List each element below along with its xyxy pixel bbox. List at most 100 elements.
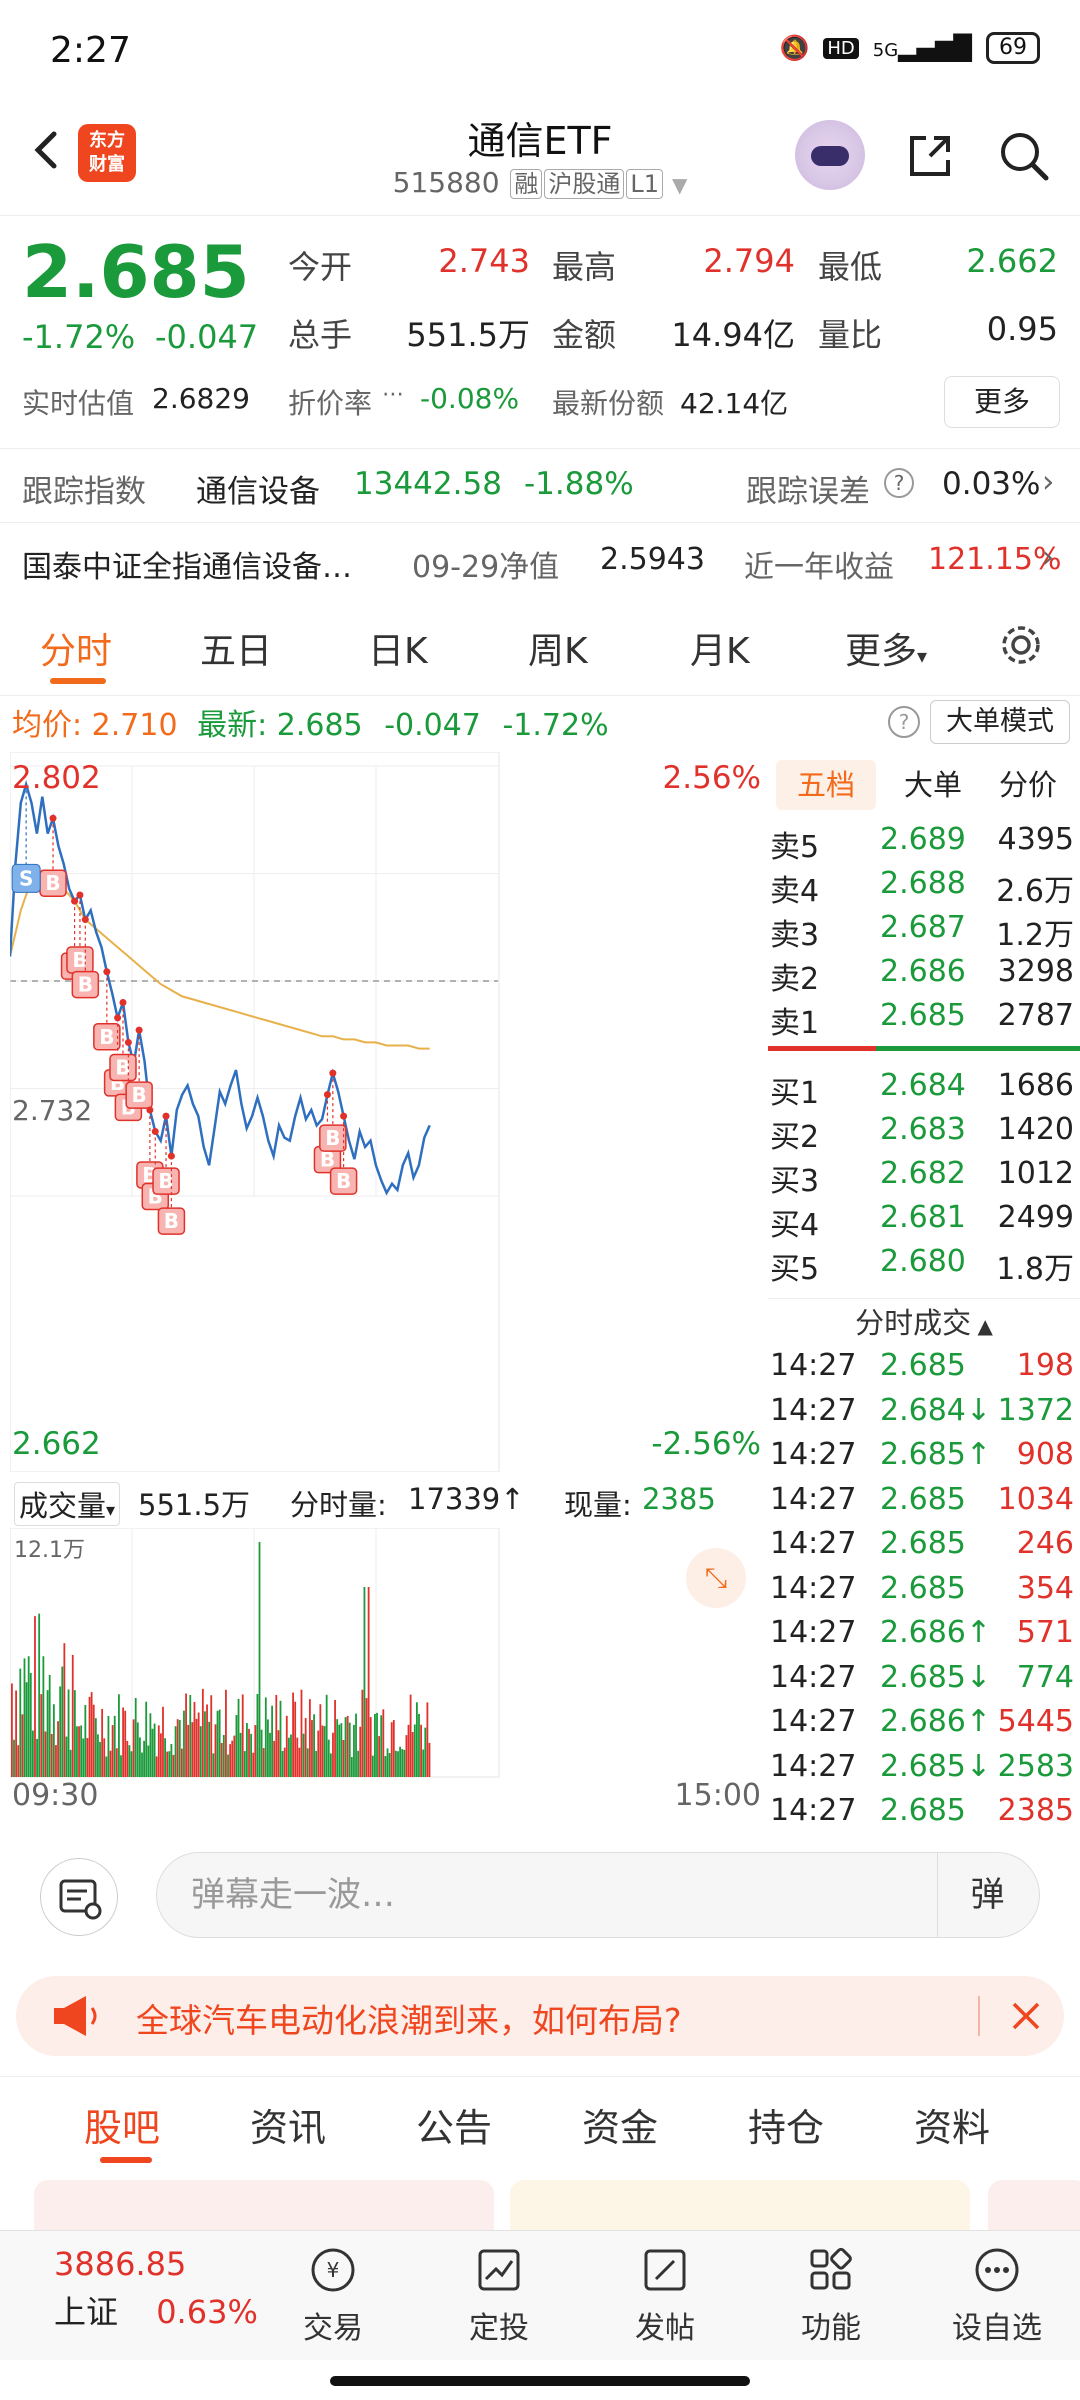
volume-bar: [252, 1752, 255, 1777]
trade-row: 14:27 2.685↓ 774: [768, 1656, 1080, 1700]
volume-bar: [141, 1752, 143, 1777]
tab-weekly-k[interactable]: 周K: [528, 622, 588, 674]
volume-bar: [267, 1719, 269, 1777]
tab-profile[interactable]: 资料: [914, 2097, 990, 2152]
volume-bar: [271, 1705, 274, 1777]
volume-bar: [187, 1724, 190, 1777]
tab-intraday[interactable]: 分时: [40, 622, 112, 674]
card-super-etf[interactable]: [510, 2180, 970, 2230]
last-label: 最新:: [197, 708, 268, 743]
trade-row-price: 2.684↓: [880, 1392, 992, 1428]
nav-add-watchlist[interactable]: 设自选: [942, 2243, 1052, 2347]
nav-post[interactable]: 发帖: [610, 2243, 720, 2347]
card-next[interactable]: [988, 2180, 1080, 2230]
info-icon[interactable]: ⋯: [382, 382, 404, 407]
volume-bar: [111, 1725, 114, 1777]
nav-invest-plan[interactable]: 定投: [444, 2243, 554, 2347]
tracking-pct: -1.88%: [524, 466, 634, 502]
tab-price-dist[interactable]: 分价: [983, 760, 1073, 810]
more-button[interactable]: 更多: [944, 376, 1060, 428]
network-type: 5G: [872, 40, 899, 61]
intraday-chart[interactable]: BBBBBBBBBBBBBBBBS 2.802 2.732 2.662 2.56…: [8, 751, 765, 1473]
dropdown-icon: ▼: [671, 173, 688, 197]
pct-bottom-label: -2.56%: [651, 1426, 761, 1462]
chevron-right-icon: ›: [1042, 540, 1054, 575]
tracking-row[interactable]: 跟踪指数 通信设备 13442.58 -1.88% 跟踪误差 ? 0.03% ›: [0, 460, 1080, 516]
trade-row: 14:27 2.684↓ 1372: [768, 1389, 1080, 1433]
close-icon[interactable]: [1006, 1996, 1046, 2036]
settings-gear-icon[interactable]: [996, 620, 1046, 670]
bid-row: 买3 2.682 1012: [768, 1152, 1080, 1199]
caret-down-icon: ▾: [106, 1500, 116, 1521]
tracking-label: 跟踪指数: [22, 474, 146, 510]
tag-margin: 融: [510, 169, 543, 199]
tab-holdings[interactable]: 持仓: [748, 2097, 824, 2152]
trade-row-volume: 246: [1016, 1526, 1074, 1561]
volume-bar: [409, 1694, 412, 1777]
volume-bar: [136, 1722, 139, 1777]
trade-row-volume: 571: [1016, 1615, 1074, 1650]
volume-bar: [313, 1714, 315, 1777]
divider: [768, 1298, 1080, 1299]
volume-bar: [216, 1710, 219, 1777]
open-value: 2.743: [438, 242, 530, 280]
volume-selector[interactable]: 成交量▾: [14, 1482, 121, 1526]
tab-five-day[interactable]: 五日: [200, 622, 272, 674]
trade-row: 14:27 2.685 1034: [768, 1478, 1080, 1522]
index-ticker[interactable]: 3886.85 上证 0.63%: [54, 2245, 258, 2333]
volume-bar: [241, 1694, 244, 1777]
divider: [978, 1996, 980, 2036]
comment-list-icon[interactable]: [40, 1858, 118, 1936]
volume-bar: [306, 1748, 309, 1777]
volume-bar: [170, 1743, 173, 1777]
volume-bar: [31, 1730, 34, 1777]
volume-bar: [76, 1726, 78, 1777]
trade-row-volume: 2385: [997, 1793, 1074, 1828]
bid-row-label: 买5: [770, 1252, 820, 1287]
help-icon[interactable]: ?: [888, 706, 920, 738]
trades-title[interactable]: 分时成交 ▲: [768, 1300, 1080, 1342]
ratio-value: 0.95: [986, 310, 1058, 348]
share-icon[interactable]: [900, 126, 960, 186]
card-etf-popular[interactable]: [34, 2180, 494, 2230]
danmu-input[interactable]: 弹幕走一波… 弹: [156, 1852, 1040, 1938]
volume-bar: [105, 1756, 108, 1777]
index-name: 上证: [54, 2293, 119, 2331]
volume-bar: [92, 1704, 95, 1777]
volume-bar: [176, 1719, 179, 1777]
tab-announcements[interactable]: 公告: [416, 2097, 492, 2152]
danmu-toggle-button[interactable]: 弹: [937, 1853, 1037, 1937]
discount-label: 折价率: [288, 387, 373, 420]
nav-functions[interactable]: 功能: [776, 2243, 886, 2347]
volume-bar: [287, 1737, 290, 1777]
volume-bar: [201, 1688, 204, 1777]
tab-five-levels[interactable]: 五档: [776, 760, 876, 810]
volume-bar: [329, 1753, 332, 1777]
current-volume: 2385: [642, 1482, 716, 1516]
volume-bar: [350, 1756, 353, 1777]
promo-banner[interactable]: 全球汽车电动化浪潮到来，如何布局?: [16, 1976, 1064, 2056]
search-icon[interactable]: [994, 126, 1054, 186]
volume-bar: [325, 1694, 328, 1777]
fund-row[interactable]: 国泰中证全指通信设备… 09-29净值 2.5943 近一年收益 121.15%…: [0, 536, 1080, 592]
tab-monthly-k[interactable]: 月K: [690, 622, 750, 674]
ask-row: 卖3 2.687 1.2万: [768, 906, 1080, 953]
tab-news[interactable]: 资讯: [250, 2097, 326, 2152]
trade-row-price: 2.685: [880, 1481, 966, 1517]
volume-bar: [124, 1710, 127, 1777]
expand-icon[interactable]: ⤡: [686, 1548, 746, 1608]
tab-forum[interactable]: 股吧: [84, 2097, 160, 2152]
tab-funds[interactable]: 资金: [582, 2097, 658, 2152]
nav-trade[interactable]: ¥ 交易: [278, 2243, 388, 2347]
volume-bar: [248, 1728, 250, 1777]
tab-daily-k[interactable]: 日K: [368, 622, 428, 674]
tab-big-orders[interactable]: 大单: [888, 760, 978, 810]
assistant-avatar[interactable]: [795, 120, 865, 190]
volume-bar: [405, 1735, 408, 1777]
help-icon[interactable]: ?: [884, 468, 914, 498]
big-order-mode-button[interactable]: 大单模式: [930, 700, 1070, 744]
tab-more[interactable]: 更多▾: [845, 622, 927, 674]
trade-row-price: 2.685: [880, 1526, 966, 1561]
volume-bar: [283, 1747, 286, 1777]
ask-row-volume: 2787: [997, 998, 1074, 1033]
